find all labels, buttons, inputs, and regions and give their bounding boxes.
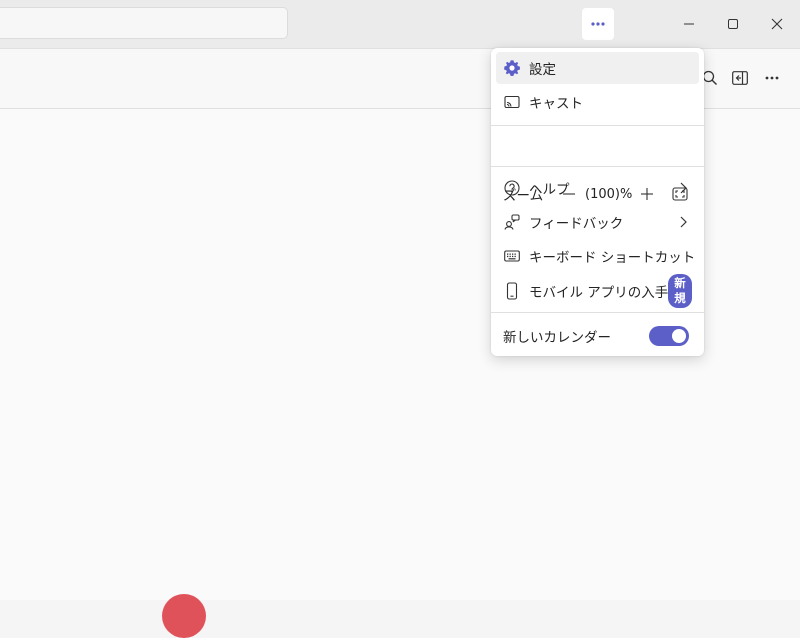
search-icon — [702, 70, 717, 85]
menu-item-label: ヘルプ — [529, 182, 570, 198]
maximize-button[interactable] — [710, 4, 756, 44]
menu-item-feedback[interactable]: フィードバック — [496, 206, 699, 238]
menu-item-settings[interactable]: 設定 — [496, 52, 699, 84]
menu-divider — [491, 166, 704, 167]
menu-item-label: フィードバック — [529, 216, 624, 232]
panel-icon — [732, 71, 748, 85]
menu-item-keyboard-shortcuts[interactable]: キーボード ショートカット — [496, 240, 699, 272]
close-icon — [771, 18, 783, 30]
chevron-right-icon — [675, 180, 691, 196]
more-options-button[interactable] — [582, 8, 614, 40]
minimize-icon — [684, 23, 694, 25]
mobile-phone-icon — [503, 282, 521, 300]
menu-item-mobile-app[interactable]: モバイル アプリの入手 新規 — [496, 274, 699, 308]
gear-icon — [503, 59, 521, 77]
chevron-right-icon — [675, 214, 691, 230]
menu-item-label: 新しいカレンダー — [503, 330, 611, 346]
menu-item-label: キャスト — [529, 96, 583, 112]
close-button[interactable] — [754, 4, 800, 44]
cast-icon — [503, 93, 521, 111]
menu-item-label: キーボード ショートカット — [529, 250, 696, 266]
menu-item-cast[interactable]: キャスト — [496, 86, 699, 118]
new-calendar-toggle[interactable] — [649, 326, 689, 346]
feedback-icon — [503, 213, 521, 231]
menu-item-help[interactable]: ヘルプ — [496, 172, 699, 204]
maximize-icon — [728, 19, 738, 29]
menu-divider — [491, 312, 704, 313]
more-horizontal-icon — [591, 22, 605, 26]
keyboard-icon — [503, 247, 521, 265]
menu-item-label: モバイル アプリの入手 — [529, 285, 669, 301]
new-badge: 新規 — [668, 274, 692, 308]
menu-item-label: 設定 — [529, 62, 556, 78]
menu-divider — [491, 125, 704, 126]
avatar-partial — [162, 594, 206, 638]
minimize-button[interactable] — [666, 4, 712, 44]
toggle-knob — [672, 329, 686, 343]
help-icon — [503, 179, 521, 197]
panel-button[interactable] — [730, 68, 750, 88]
title-bar — [0, 0, 800, 49]
menu-item-new-calendar[interactable]: 新しいカレンダー — [496, 320, 699, 352]
toolbar-more-button[interactable] — [762, 68, 782, 88]
more-options-menu: 設定 キャスト ズーム (100)% ヘルプ フィードバック キーボード ショー… — [491, 48, 704, 356]
search-box[interactable] — [0, 7, 288, 39]
more-horizontal-icon — [765, 76, 779, 80]
